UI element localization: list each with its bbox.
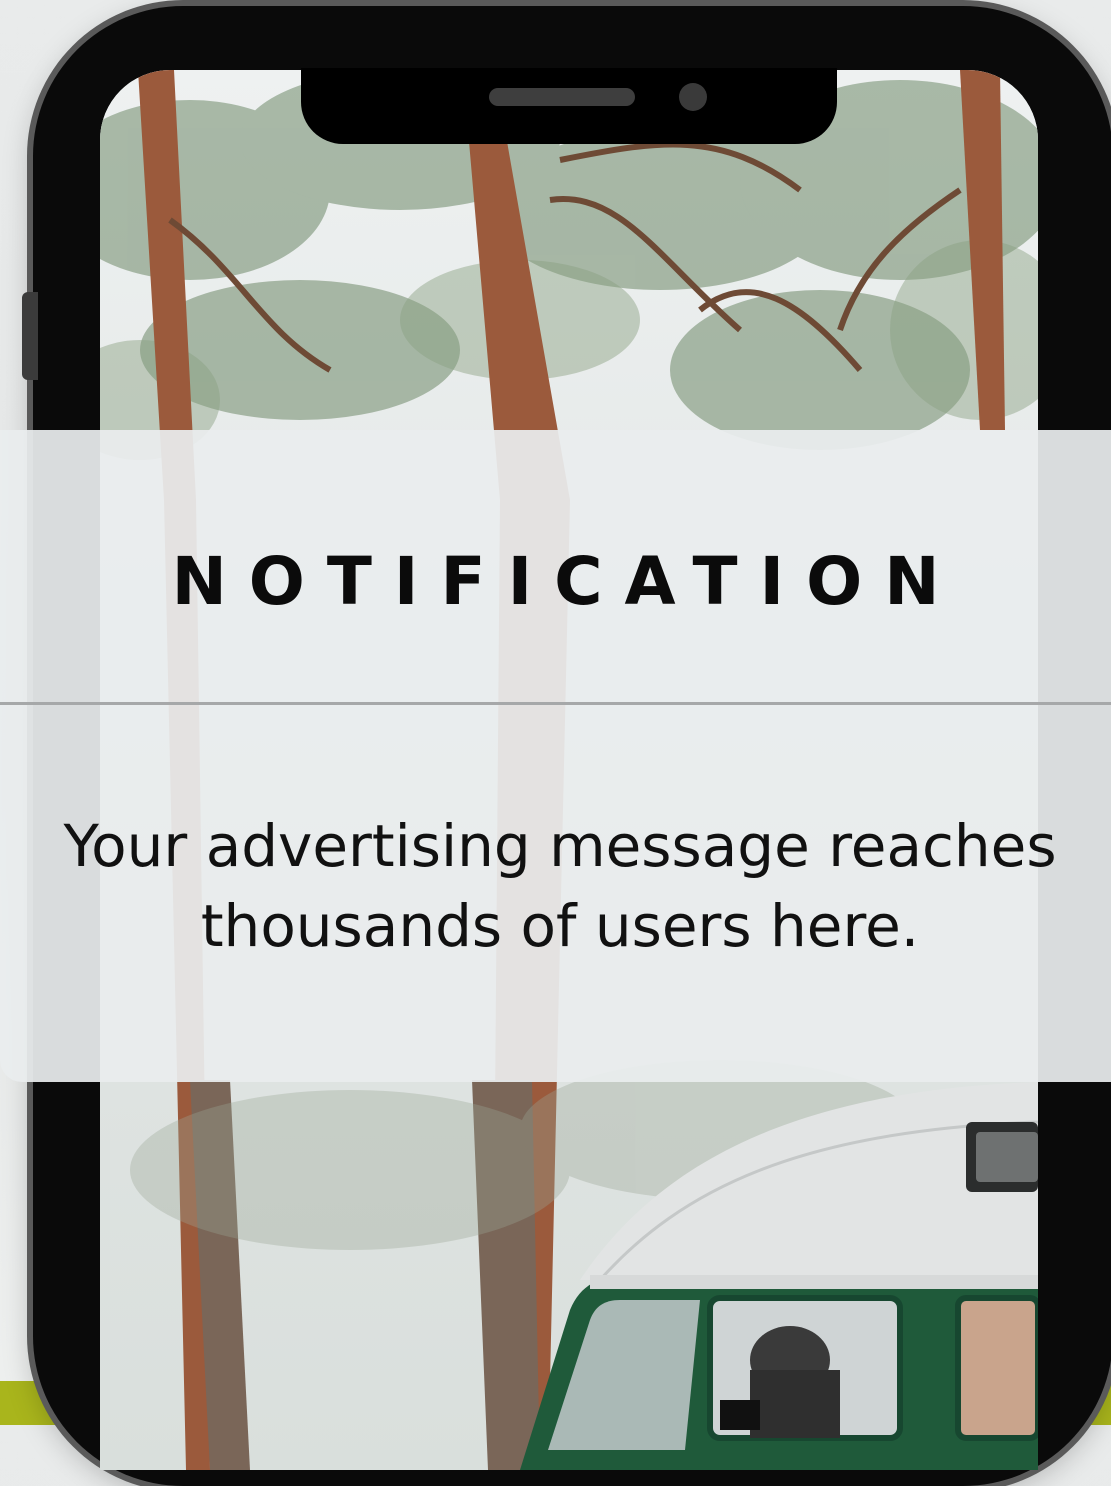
front-camera-icon [679,83,707,111]
notification-title: NOTIFICATION [171,543,962,620]
notification-message: Your advertising message reaches thousan… [63,812,1057,960]
notification-divider [0,702,1111,705]
side-button [22,292,38,380]
phone-speaker-icon [489,88,635,106]
notification-banner[interactable] [0,430,1111,1082]
notch [301,68,837,144]
